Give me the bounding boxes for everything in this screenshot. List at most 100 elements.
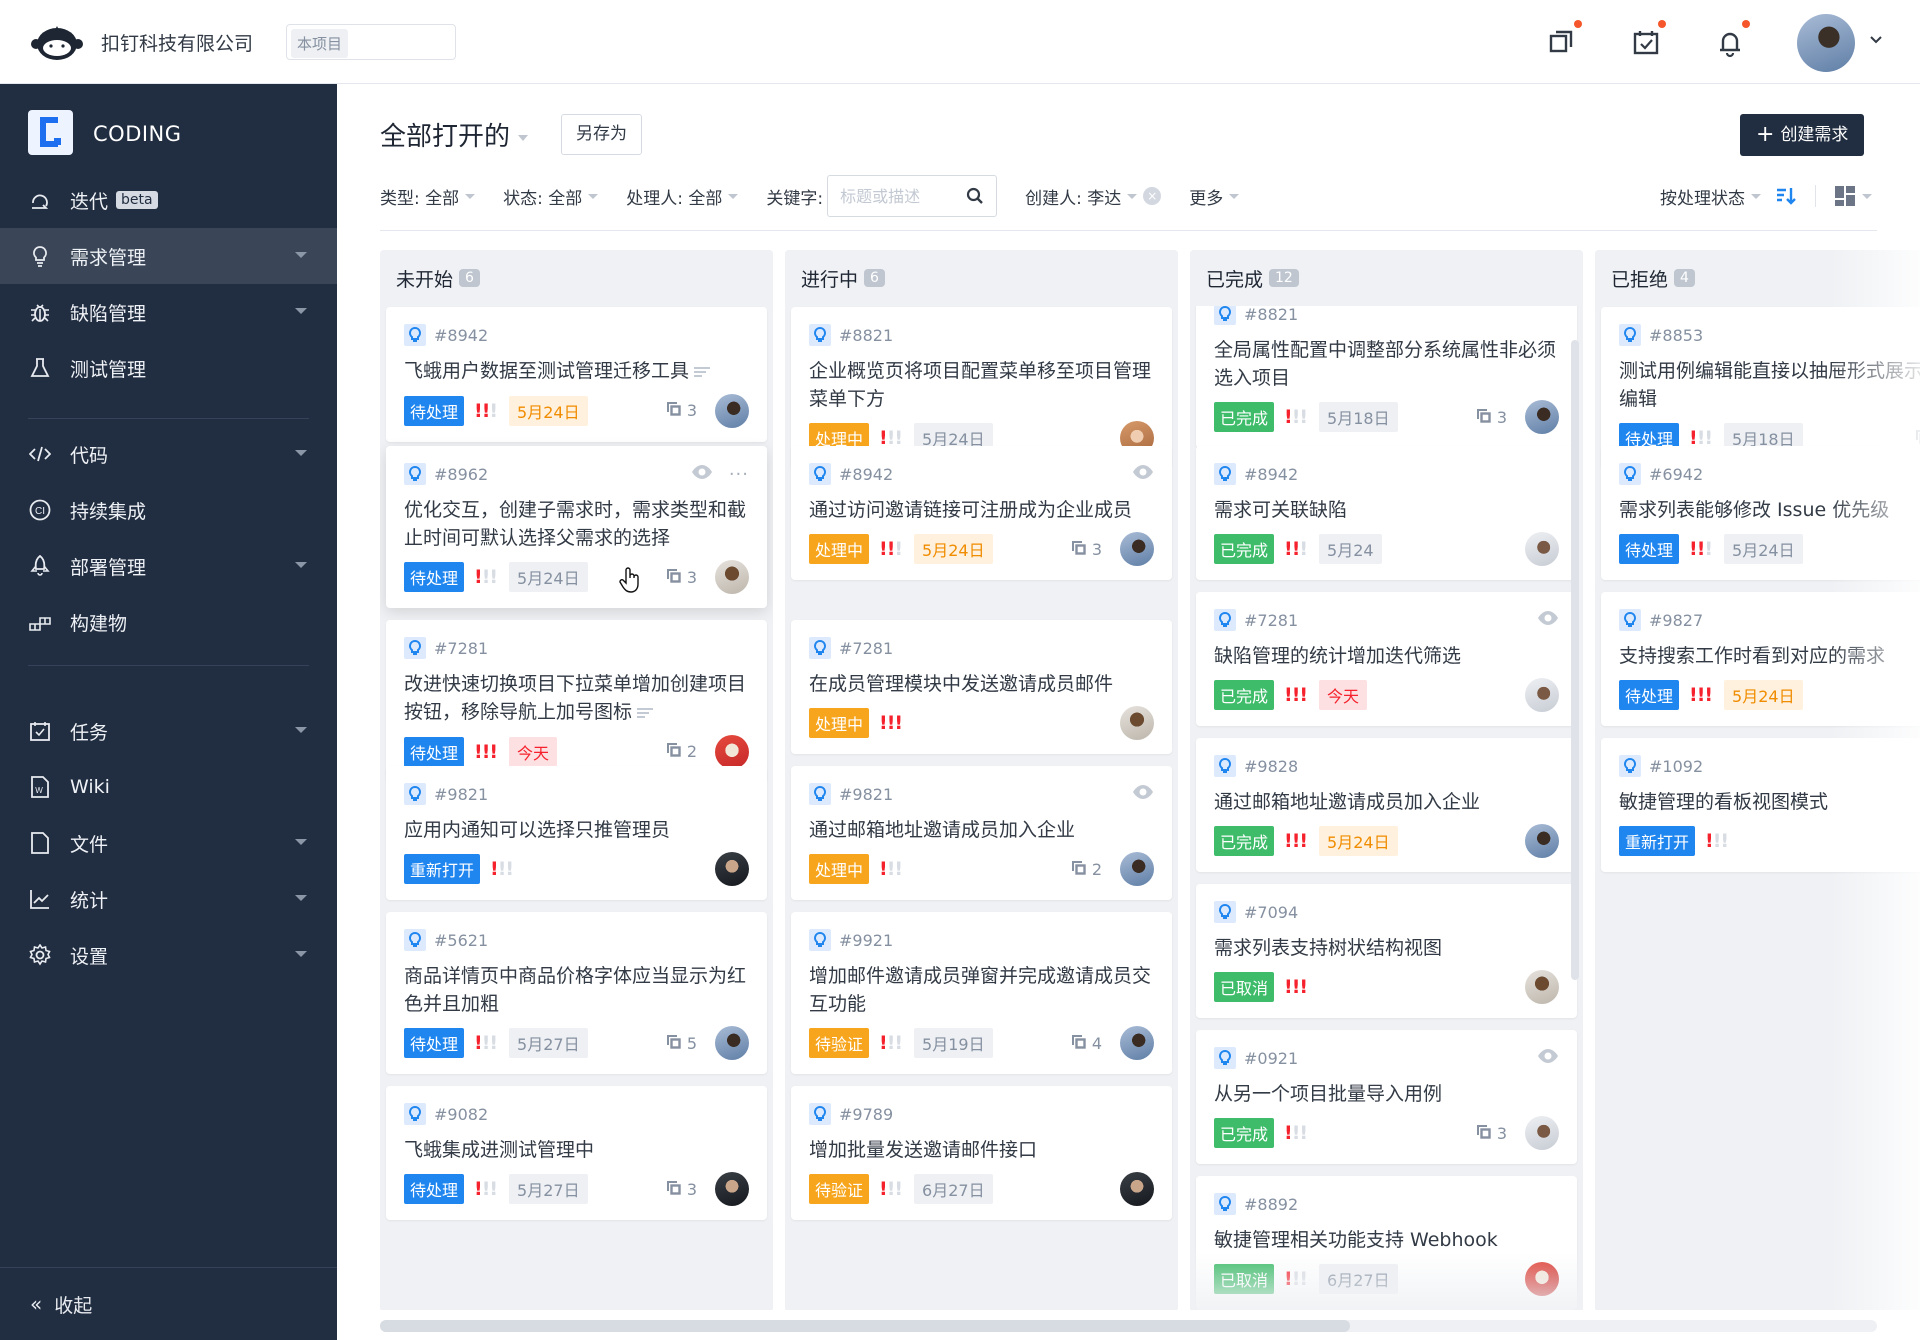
priority-indicator[interactable]: !!! (1284, 1122, 1308, 1144)
caret-down-icon[interactable] (1862, 193, 1872, 199)
requirement-card[interactable]: #5621 商品详情页中商品价格字体应当显示为红色并且加粗 待处理 !!! 5月… (386, 912, 767, 1074)
priority-indicator[interactable]: !!! (1284, 1268, 1308, 1290)
requirement-card[interactable]: #8942 飞蛾用户数据至测试管理迁移工具 待处理 !!! 5月24日 3 (386, 307, 767, 442)
sidebar-item-12[interactable]: 设置 (0, 927, 337, 983)
priority-indicator[interactable]: !!! (1284, 538, 1308, 560)
due-date-badge[interactable]: 6月27日 (914, 1174, 993, 1204)
card-id[interactable]: #9921 (839, 931, 893, 950)
caret-down-icon[interactable] (295, 727, 307, 733)
priority-indicator[interactable]: !!! (1284, 830, 1308, 852)
status-badge[interactable]: 待验证 (809, 1028, 870, 1058)
status-badge[interactable]: 重新打开 (404, 854, 481, 884)
requirement-card[interactable]: #7094 需求列表支持树状结构视图 已取消 !!! (1196, 884, 1577, 1018)
caret-down-icon[interactable] (295, 450, 307, 456)
requirement-card[interactable]: #7281 在成员管理模块中发送邀请成员邮件 处理中 !!! (791, 620, 1172, 754)
priority-indicator[interactable]: !!! (1284, 976, 1308, 998)
priority-indicator[interactable]: !!! (879, 858, 903, 880)
card-id[interactable]: #7281 (1244, 611, 1298, 630)
status-badge[interactable]: 处理中 (809, 708, 870, 738)
requirement-card[interactable]: #9789 增加批量发送邀请邮件接口 待验证 !!! 6月27日 (791, 1086, 1172, 1220)
sidebar-item-11[interactable]: 统计 (0, 871, 337, 927)
assignee-avatar[interactable] (1120, 706, 1154, 740)
caret-down-icon[interactable] (295, 252, 307, 258)
caret-down-icon[interactable] (295, 562, 307, 568)
sidebar-item-3[interactable]: 测试管理 (0, 340, 337, 396)
sidebar-item-6[interactable]: 部署管理 (0, 538, 337, 594)
search-icon[interactable] (966, 187, 984, 205)
company-name[interactable]: 扣钉科技有限公司 (101, 29, 253, 56)
status-badge[interactable]: 待处理 (404, 1174, 465, 1204)
assignee-avatar[interactable] (1525, 678, 1559, 712)
sidebar-item-10[interactable]: 文件 (0, 815, 337, 871)
requirement-card[interactable]: #0921 从另一个项目批量导入用例 已完成 !!! 3 (1196, 1030, 1577, 1164)
status-badge[interactable]: 待处理 (404, 736, 465, 767)
assignee-avatar[interactable] (715, 1026, 749, 1060)
card-id[interactable]: #8942 (839, 465, 893, 484)
keyword-search-box[interactable] (827, 175, 998, 217)
caret-down-icon[interactable] (295, 308, 307, 314)
due-date-badge[interactable]: 5月27日 (509, 1174, 588, 1204)
notifications-button[interactable] (1714, 20, 1750, 58)
priority-indicator[interactable]: !!! (879, 1032, 903, 1054)
priority-indicator[interactable]: !!! (1284, 684, 1308, 706)
status-badge[interactable]: 已完成 (1214, 1118, 1275, 1148)
priority-indicator[interactable]: !!! (1705, 830, 1729, 852)
priority-indicator[interactable]: !!! (879, 1178, 903, 1200)
requirement-card[interactable]: #9821 通过邮箱地址邀请成员加入企业 处理中 !!! 2 (791, 766, 1172, 900)
assignee-avatar[interactable] (715, 852, 749, 886)
due-date-badge[interactable]: 5月24日 (1724, 680, 1803, 710)
status-badge[interactable]: 待处理 (404, 1028, 465, 1058)
requirement-card[interactable]: #8821 企业概览页将项目配置菜单移至项目管理菜单下方 处理中 !!! 5月2… (791, 307, 1172, 469)
column-scrollbar[interactable] (1571, 340, 1579, 980)
watch-eye-icon[interactable] (1132, 784, 1154, 804)
view-selector[interactable]: 全部打开的 (380, 116, 529, 153)
card-id[interactable]: #6942 (1649, 465, 1703, 484)
assignee-avatar[interactable] (715, 734, 749, 769)
card-id[interactable]: #9828 (1244, 757, 1298, 776)
board-layout-icon[interactable] (1834, 185, 1856, 207)
requirement-card[interactable]: #9821 应用内通知可以选择只推管理员 重新打开 !!! (386, 766, 767, 900)
priority-indicator[interactable]: !!! (474, 566, 498, 588)
card-id[interactable]: #9821 (434, 785, 488, 804)
requirement-card[interactable]: #6942 需求列表能够修改 Issue 优先级 待处理 !!! 5月24日 (1601, 446, 1920, 580)
due-date-badge[interactable]: 5月24日 (509, 395, 588, 426)
priority-indicator[interactable]: !!! (490, 858, 514, 880)
requirement-card[interactable]: #8962 ··· 优化交互，创建子需求时，需求类型和截止时间可默认选择父需求的… (386, 446, 767, 608)
group-by-selector[interactable]: 按处理状态 (1660, 184, 1761, 209)
requirement-card[interactable]: #9827 支持搜索工作时看到对应的需求 待处理 !!! 5月24日 (1601, 592, 1920, 726)
status-badge[interactable]: 待处理 (404, 395, 465, 426)
requirement-card[interactable]: #9828 通过邮箱地址邀请成员加入企业 已完成 !!! 5月24日 (1196, 738, 1577, 872)
card-id[interactable]: #5621 (434, 931, 488, 950)
priority-indicator[interactable]: !!! (879, 712, 903, 734)
tasks-button[interactable] (1630, 20, 1666, 58)
card-id[interactable]: #1092 (1649, 757, 1703, 776)
card-id[interactable]: #8942 (1244, 465, 1298, 484)
status-badge[interactable]: 已取消 (1214, 1264, 1275, 1294)
card-id[interactable]: #8821 (1244, 305, 1298, 324)
watch-eye-icon[interactable] (1537, 1048, 1559, 1068)
sidebar-item-9[interactable]: W Wiki (0, 759, 337, 815)
status-filter[interactable]: 状态: 全部 (503, 184, 599, 209)
card-id[interactable]: #7094 (1244, 903, 1298, 922)
card-id[interactable]: #8853 (1649, 326, 1703, 345)
status-badge[interactable]: 重新打开 (1619, 826, 1696, 856)
caret-down-icon[interactable] (295, 951, 307, 957)
card-id[interactable]: #9821 (839, 785, 893, 804)
due-date-badge[interactable]: 5月24日 (1724, 534, 1803, 564)
priority-indicator[interactable]: !!! (474, 400, 498, 422)
sidebar-item-2[interactable]: 缺陷管理 (0, 284, 337, 340)
due-date-badge[interactable]: 5月24日 (509, 562, 588, 592)
status-badge[interactable]: 已完成 (1214, 826, 1275, 856)
collapse-sidebar-button[interactable]: « 收起 (0, 1267, 337, 1340)
keyword-input[interactable] (840, 186, 961, 206)
requirement-card[interactable]: #8821 全局属性配置中调整部分系统属性非必须选入项目 已完成 !!! 5月1… (1196, 286, 1577, 448)
sidebar-item-5[interactable]: CI 持续集成 (0, 482, 337, 538)
assignee-avatar[interactable] (1525, 970, 1559, 1004)
due-date-badge[interactable]: 5月24日 (1319, 826, 1398, 856)
card-id[interactable]: #9789 (839, 1105, 893, 1124)
status-badge[interactable]: 已完成 (1214, 402, 1275, 432)
card-id[interactable]: #8821 (839, 326, 893, 345)
card-id[interactable]: #7281 (434, 639, 488, 658)
type-filter[interactable]: 类型: 全部 (380, 184, 476, 209)
caret-down-icon[interactable] (295, 839, 307, 845)
